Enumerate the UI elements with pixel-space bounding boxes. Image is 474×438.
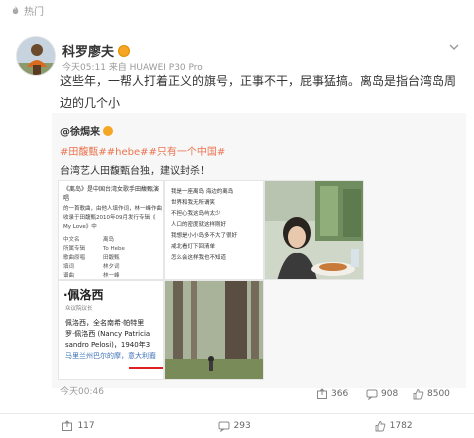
lyrics-line: 世界和我无所谓笑	[171, 200, 216, 206]
song-info-line: 的一首歌曲，由他人填作词，林一峰作曲	[63, 206, 163, 212]
lyrics-line: 人口的密度就这样刚好	[171, 222, 227, 228]
repost-text: 台湾艺人田馥甄台独，建议封杀！	[60, 166, 210, 177]
repost-share-action[interactable]: 366	[316, 388, 348, 400]
thumb-up-icon	[375, 421, 385, 432]
share-icon	[62, 420, 73, 431]
repost-like-action[interactable]: 8500	[412, 388, 450, 400]
author-name[interactable]: 科罗廖夫	[62, 41, 114, 60]
repost-hashtags[interactable]: #田馥甄##hebe##只有一个中国#	[60, 143, 225, 158]
song-info-row: 中文名 离岛	[63, 237, 115, 243]
comment-button[interactable]: 293	[218, 420, 251, 432]
repost-time: 今天00:46	[60, 387, 104, 397]
repost-handle[interactable]: @徐焗来	[60, 123, 100, 138]
repost-comment-action[interactable]: 908	[366, 388, 398, 400]
repost-author: @徐焗来	[60, 123, 113, 138]
avatar[interactable]	[16, 36, 56, 76]
lyrics-line: 我想是小小岛多不大了很好	[171, 233, 238, 239]
song-info-row: 所属专辑 To Hebe	[63, 246, 125, 252]
share-button[interactable]: 117	[61, 420, 95, 432]
hot-tag-label: 热门	[24, 7, 44, 18]
repost-image-photo-eating[interactable]	[264, 180, 364, 280]
repost-share-count: 366	[331, 389, 349, 399]
song-info-title: 《离岛》是中国台湾女歌手田馥甄演唱	[63, 186, 160, 202]
pelosi-subtitle: 众议院议长	[65, 306, 93, 312]
song-info-line: 收录于田馥甄2010年09月发行专辑《	[63, 215, 156, 221]
repost-image-forest[interactable]	[164, 280, 264, 380]
post-header: 科罗廖夫 今天05:11 来自 HUAWEI P30 Pro	[16, 36, 203, 76]
lyrics-line: 我是一座离岛 海边的离岛	[171, 189, 234, 195]
repost-image-song-info[interactable]: 《离岛》是中国台湾女歌手田馥甄演唱 的一首歌曲，由他人填作词，林一峰作曲 收录于…	[58, 180, 164, 280]
pelosi-title: ·佩洛西	[63, 288, 104, 302]
like-count: 1782	[389, 421, 413, 431]
verified-badge-icon	[103, 125, 113, 136]
pelosi-line: sandro Pelosi)，1940年3	[65, 341, 151, 349]
song-info-row: 填词 林夕词	[63, 264, 120, 270]
pelosi-line: 佩洛西，全名南希·帕特里	[65, 319, 145, 327]
song-info-line: My Love》中	[63, 224, 97, 230]
thumb-up-icon	[413, 389, 424, 400]
lyrics-line: 怎么会这样我也不知道	[171, 255, 227, 261]
hot-tag: 热门	[10, 3, 44, 18]
repost-image-pelosi-info[interactable]: ·佩洛西 众议院议长 佩洛西，全名南希·帕特里 罗·佩洛西 (Nancy Pat…	[58, 280, 164, 380]
post-action-bar: 117 293 1782	[0, 413, 474, 438]
song-info-row: 歌曲原唱 田馥甄	[63, 255, 120, 261]
like-button[interactable]: 1782	[374, 420, 413, 432]
chevron-down-icon[interactable]	[448, 41, 460, 53]
repost-like-count: 8500	[427, 389, 450, 399]
red-underline	[129, 367, 163, 369]
repost-comment-count: 908	[381, 389, 399, 399]
comment-icon	[218, 421, 230, 432]
author-block: 科罗廖夫	[62, 41, 131, 60]
lyrics-line: 戒北看灯下回清单	[171, 244, 216, 250]
comment-count: 293	[233, 421, 251, 431]
verified-badge-icon	[118, 44, 131, 57]
comment-icon	[366, 389, 378, 400]
song-info-row: 谱曲 林一峰	[63, 273, 120, 279]
lyrics-line: 不担心我这岛屿太少	[171, 211, 221, 217]
share-count: 117	[77, 421, 95, 431]
pelosi-line: 罗·佩洛西 (Nancy Patricia	[65, 330, 151, 338]
post-content-line-1: 这些年，一帮人打着正义的旗号，正事不干，屁事猛搞。离岛是指台湾岛周边的几个小	[60, 74, 457, 110]
share-icon	[317, 388, 327, 399]
fire-icon	[12, 5, 19, 15]
pelosi-line: 马里兰州巴尔的摩，意大利裔	[65, 352, 156, 360]
repost-image-lyrics[interactable]: 我是一座离岛 海边的离岛 世界和我无所谓笑 不担心我这岛屿太少 人口的密度就这样…	[164, 180, 264, 280]
